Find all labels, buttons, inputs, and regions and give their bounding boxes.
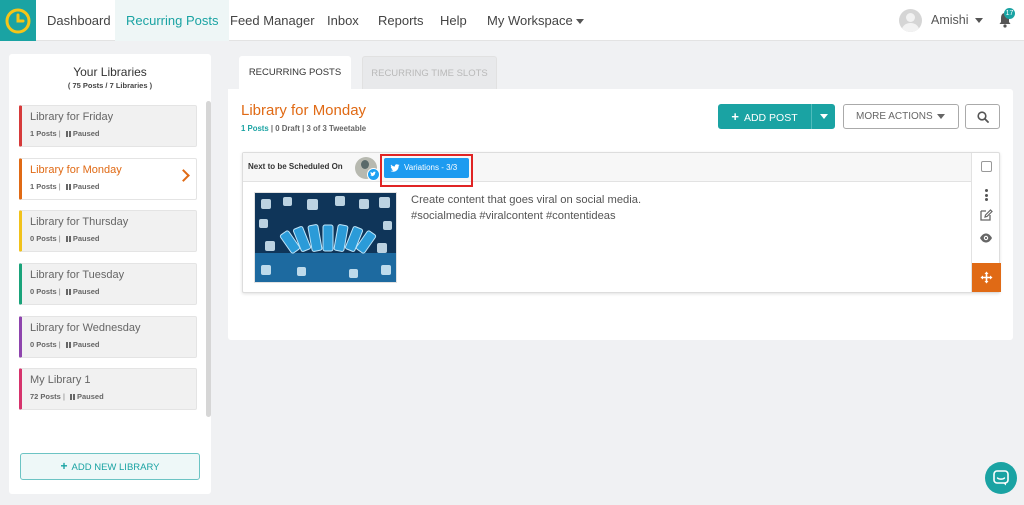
top-navbar: Dashboard Recurring Posts Feed Manager I… bbox=[0, 0, 1024, 41]
edit-icon[interactable] bbox=[979, 208, 993, 222]
library-name: My Library 1 bbox=[30, 374, 91, 386]
app-logo[interactable] bbox=[0, 0, 36, 41]
libraries-sidebar: Your Libraries ( 75 Posts / 7 Libraries … bbox=[9, 54, 211, 494]
drag-handle[interactable] bbox=[972, 263, 1001, 292]
add-post-main[interactable]: + ADD POST bbox=[718, 104, 811, 131]
sidebar-scrollbar[interactable] bbox=[206, 101, 211, 417]
library-meta: 0 Posts | Paused bbox=[30, 340, 100, 349]
pause-icon bbox=[69, 394, 75, 400]
library-meta: 0 Posts | Paused bbox=[30, 287, 100, 296]
eye-icon[interactable] bbox=[979, 232, 993, 244]
library-meta: 1 Posts | Paused bbox=[30, 182, 100, 191]
plus-icon: + bbox=[60, 459, 68, 473]
add-post-label: ADD POST bbox=[743, 112, 798, 124]
chat-icon bbox=[993, 470, 1009, 486]
tab-recurring-posts[interactable]: RECURRING POSTS bbox=[239, 56, 351, 89]
library-draft-count: 0 Draft bbox=[275, 124, 300, 133]
pause-icon bbox=[65, 184, 71, 190]
library-card-tuesday[interactable]: Library for Tuesday 0 Posts | Paused bbox=[19, 263, 197, 305]
library-panel: Library for Monday 1 Posts | 0 Draft | 3… bbox=[228, 89, 1013, 340]
library-meta: 72 Posts | Paused bbox=[30, 392, 104, 401]
twitter-bird-icon bbox=[390, 164, 400, 172]
nav-inbox[interactable]: Inbox bbox=[317, 0, 369, 41]
select-post-checkbox[interactable] bbox=[981, 161, 992, 172]
library-stats: 1 Posts | 0 Draft | 3 of 3 Tweetable bbox=[241, 124, 367, 133]
library-card-monday[interactable]: Library for Monday 1 Posts | Paused bbox=[19, 158, 197, 200]
clock-logo-icon bbox=[5, 8, 31, 33]
more-options-icon[interactable] bbox=[985, 189, 988, 201]
add-post-button[interactable]: + ADD POST bbox=[718, 104, 835, 129]
post-actions-column bbox=[971, 153, 1001, 292]
library-card-wednesday[interactable]: Library for Wednesday 0 Posts | Paused bbox=[19, 316, 197, 358]
post-text-line: Create content that goes viral on social… bbox=[411, 194, 642, 206]
chat-launcher-button[interactable] bbox=[985, 462, 1017, 494]
chevron-right-icon bbox=[177, 169, 190, 182]
next-scheduled-label: Next to be Scheduled On bbox=[248, 162, 343, 171]
pause-icon bbox=[65, 289, 71, 295]
library-name: Library for Thursday bbox=[30, 216, 129, 228]
pause-icon bbox=[65, 342, 71, 348]
search-icon bbox=[977, 111, 989, 123]
nav-reports[interactable]: Reports bbox=[368, 0, 434, 41]
library-name: Library for Tuesday bbox=[30, 269, 125, 281]
library-name: Library for Friday bbox=[30, 111, 114, 123]
tab-recurring-time-slots[interactable]: RECURRING TIME SLOTS bbox=[362, 56, 497, 89]
library-tweetable-count: 3 of 3 Tweetable bbox=[306, 124, 367, 133]
chevron-down-icon bbox=[936, 113, 945, 119]
nav-dashboard[interactable]: Dashboard bbox=[36, 0, 122, 41]
nav-recurring-posts[interactable]: Recurring Posts bbox=[115, 0, 230, 41]
add-new-library-button[interactable]: + ADD NEW LIBRARY bbox=[20, 453, 200, 480]
twitter-account-icon bbox=[367, 168, 380, 181]
move-icon bbox=[980, 271, 993, 284]
add-post-dropdown-toggle[interactable] bbox=[811, 104, 835, 129]
plus-icon: + bbox=[731, 109, 739, 124]
post-content: Create content that goes viral on social… bbox=[411, 193, 641, 224]
pause-icon bbox=[65, 131, 71, 137]
library-name: Library for Monday bbox=[30, 164, 122, 176]
post-image[interactable] bbox=[254, 192, 397, 283]
nav-my-workspace-label: My Workspace bbox=[487, 13, 573, 28]
twitter-bird-icon bbox=[370, 171, 376, 177]
chevron-down-icon bbox=[575, 19, 584, 25]
user-menu-chevron-down-icon[interactable] bbox=[975, 18, 983, 23]
variations-label: Variations - 3/3 bbox=[404, 163, 458, 172]
more-actions-label: MORE ACTIONS bbox=[856, 111, 933, 122]
post-header: Next to be Scheduled On bbox=[243, 153, 971, 182]
sidebar-title: Your Libraries bbox=[73, 65, 147, 79]
add-new-library-label: ADD NEW LIBRARY bbox=[71, 462, 160, 473]
variations-button[interactable]: Variations - 3/3 bbox=[384, 158, 469, 178]
chevron-down-icon bbox=[820, 114, 828, 119]
library-card-thursday[interactable]: Library for Thursday 0 Posts | Paused bbox=[19, 210, 197, 252]
library-meta: 1 Posts | Paused bbox=[30, 129, 100, 138]
post-hashtags: #socialmedia #viralcontent #contentideas bbox=[411, 209, 616, 222]
search-button[interactable] bbox=[965, 104, 1000, 129]
nav-my-workspace[interactable]: My Workspace bbox=[477, 0, 594, 41]
nav-help[interactable]: Help bbox=[430, 0, 477, 41]
library-card-friday[interactable]: Library for Friday 1 Posts | Paused bbox=[19, 105, 197, 147]
sidebar-subtitle: ( 75 Posts / 7 Libraries ) bbox=[67, 81, 153, 90]
notification-badge: 17 bbox=[1004, 8, 1015, 19]
post-card: Next to be Scheduled On Variations - 3/3 bbox=[242, 152, 1001, 293]
library-name: Library for Wednesday bbox=[30, 322, 141, 334]
library-card-my-library-1[interactable]: My Library 1 72 Posts | Paused bbox=[19, 368, 197, 410]
social-media-image-icon bbox=[255, 193, 396, 282]
user-name[interactable]: Amishi bbox=[931, 0, 969, 41]
library-posts-count[interactable]: 1 Posts bbox=[241, 124, 269, 133]
more-actions-button[interactable]: MORE ACTIONS bbox=[843, 104, 959, 129]
pause-icon bbox=[65, 236, 71, 242]
library-meta: 0 Posts | Paused bbox=[30, 234, 100, 243]
avatar[interactable] bbox=[899, 9, 922, 32]
page-title: Library for Monday bbox=[241, 102, 367, 119]
nav-feed-manager[interactable]: Feed Manager bbox=[220, 0, 325, 41]
